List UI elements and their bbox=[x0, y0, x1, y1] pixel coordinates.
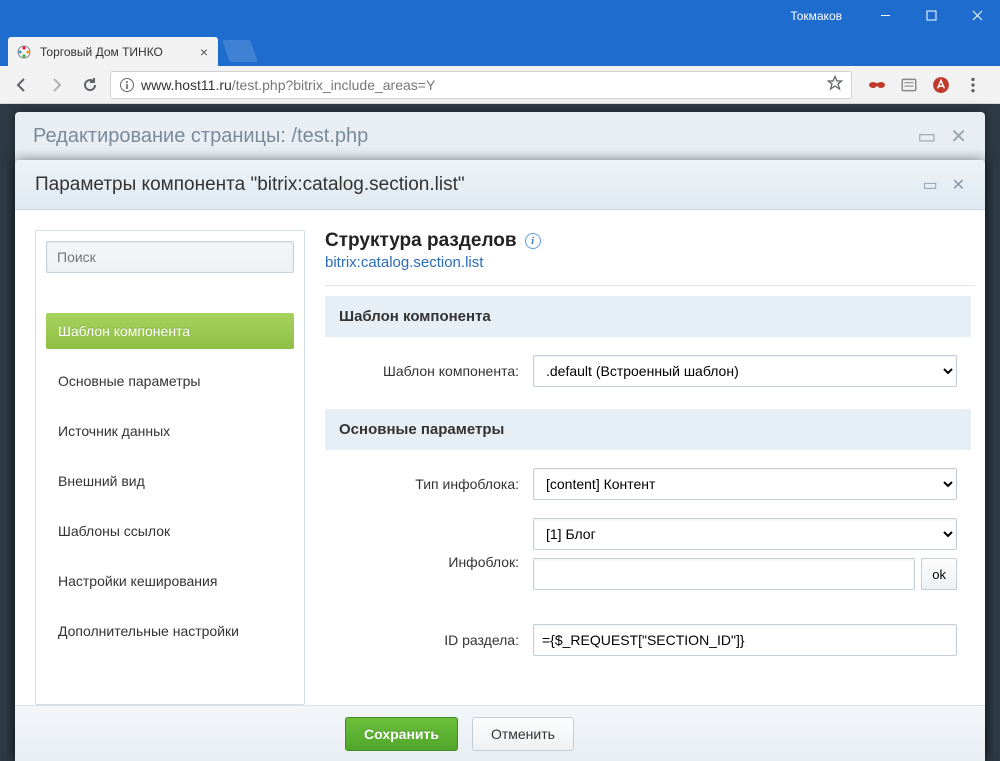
cancel-button[interactable]: Отменить bbox=[472, 717, 574, 751]
back-button[interactable] bbox=[8, 71, 36, 99]
info-icon[interactable]: i bbox=[525, 233, 541, 249]
component-params-dialog: Параметры компонента "bitrix:catalog.sec… bbox=[15, 160, 985, 761]
background-dialog-close-icon[interactable]: ✕ bbox=[950, 124, 967, 149]
extension-icon-3[interactable] bbox=[932, 76, 950, 94]
section-template-header: Шаблон компонента bbox=[325, 296, 971, 337]
extension-icon-2[interactable] bbox=[900, 76, 918, 94]
reload-button[interactable] bbox=[76, 71, 104, 99]
section-id-input[interactable] bbox=[533, 624, 957, 656]
new-tab-button[interactable] bbox=[222, 40, 258, 62]
browser-tabstrip: Торговый Дом ТИНКО × bbox=[0, 31, 1000, 66]
nav-item-template[interactable]: Шаблон компонента bbox=[46, 313, 294, 349]
window-username: Токмаков bbox=[790, 9, 842, 23]
browser-menu-icon[interactable] bbox=[964, 76, 982, 94]
iblock-input[interactable] bbox=[533, 558, 915, 590]
dialog-maximize-icon[interactable]: ▭ bbox=[922, 175, 937, 195]
nav-item-data-source[interactable]: Источник данных bbox=[46, 413, 294, 449]
window-maximize-button[interactable] bbox=[908, 0, 954, 31]
nav-item-appearance[interactable]: Внешний вид bbox=[46, 463, 294, 499]
section-id-label: ID раздела: bbox=[339, 632, 519, 648]
address-bar[interactable]: www.host11.ru/test.php?bitrix_include_ar… bbox=[110, 71, 852, 99]
background-dialog-maximize-icon[interactable]: ▭ bbox=[917, 124, 936, 149]
params-scroll[interactable]: Шаблон компонента Шаблон компонента: .de… bbox=[325, 290, 975, 705]
dialog-close-icon[interactable]: ✕ bbox=[952, 175, 965, 195]
bookmark-star-icon[interactable] bbox=[827, 75, 843, 94]
dialog-sidebar: Шаблон компонента Основные параметры Ист… bbox=[35, 230, 305, 705]
background-dialog-title: Редактирование страницы: /test.php bbox=[33, 125, 368, 148]
page-content: Редактирование страницы: /test.php ▭ ✕ П… bbox=[0, 104, 1000, 761]
save-button[interactable]: Сохранить bbox=[345, 717, 458, 751]
nav-item-link-templates[interactable]: Шаблоны ссылок bbox=[46, 513, 294, 549]
favicon-icon bbox=[16, 44, 32, 60]
site-info-icon[interactable] bbox=[119, 77, 135, 93]
tab-title: Торговый Дом ТИНКО bbox=[40, 45, 198, 59]
window-titlebar: Токмаков bbox=[0, 0, 1000, 31]
iblock-select[interactable]: [1] Блог bbox=[533, 518, 957, 550]
main-title: Структура разделов bbox=[325, 230, 517, 252]
template-label: Шаблон компонента: bbox=[339, 363, 519, 379]
browser-toolbar: www.host11.ru/test.php?bitrix_include_ar… bbox=[0, 66, 1000, 104]
iblock-label: Инфоблок: bbox=[339, 518, 519, 570]
iblock-type-label: Тип инфоблока: bbox=[339, 476, 519, 492]
window-close-button[interactable] bbox=[954, 0, 1000, 31]
browser-tab[interactable]: Торговый Дом ТИНКО × bbox=[8, 37, 218, 66]
iblock-type-select[interactable]: [content] Контент bbox=[533, 468, 957, 500]
nav-item-main-params[interactable]: Основные параметры bbox=[46, 363, 294, 399]
url-path: /test.php?bitrix_include_areas=Y bbox=[232, 77, 436, 93]
dialog-main: Структура разделов i bitrix:catalog.sect… bbox=[325, 230, 975, 705]
dialog-footer: Сохранить Отменить bbox=[15, 705, 985, 761]
extension-icon-1[interactable] bbox=[868, 76, 886, 94]
dialog-title: Параметры компонента "bitrix:catalog.sec… bbox=[35, 174, 465, 196]
main-subtitle: bitrix:catalog.section.list bbox=[325, 254, 975, 271]
tab-close-icon[interactable]: × bbox=[198, 44, 210, 60]
nav-item-cache[interactable]: Настройки кеширования bbox=[46, 563, 294, 599]
url-host: www.host11.ru bbox=[141, 77, 232, 93]
section-main-header: Основные параметры bbox=[325, 409, 971, 450]
forward-button[interactable] bbox=[42, 71, 70, 99]
window-minimize-button[interactable] bbox=[862, 0, 908, 31]
search-input[interactable] bbox=[46, 241, 294, 273]
iblock-ok-button[interactable]: ok bbox=[921, 558, 957, 590]
template-select[interactable]: .default (Встроенный шаблон) bbox=[533, 355, 957, 387]
nav-item-extra[interactable]: Дополнительные настройки bbox=[46, 613, 294, 649]
